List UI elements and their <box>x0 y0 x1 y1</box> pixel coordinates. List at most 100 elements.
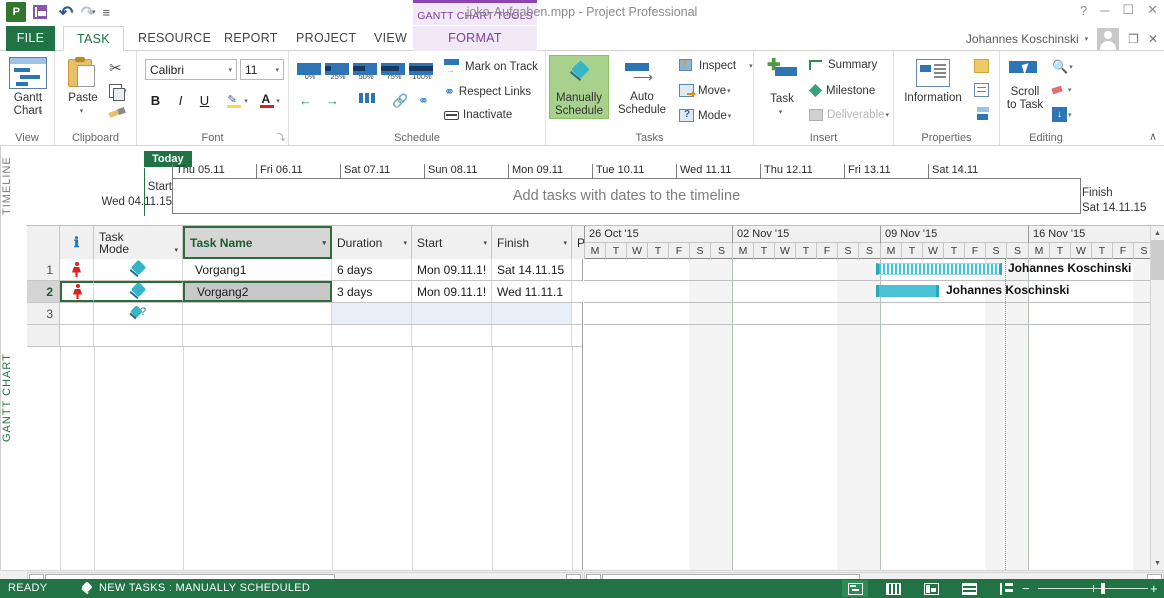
start-cell[interactable]: Mon 09.11.1! <box>412 259 492 280</box>
information-button[interactable]: Information <box>898 59 968 105</box>
font-family-select[interactable]: Calibri ▾ <box>145 59 237 80</box>
cut-button[interactable]: ✂ <box>109 59 122 77</box>
unlink-tasks-button[interactable]: ⚭ <box>418 93 429 109</box>
format-painter-button[interactable] <box>109 107 125 119</box>
respect-links-button[interactable]: ⚭ Respect Links <box>444 84 531 100</box>
mode-button[interactable]: ? Mode ▾ <box>679 109 731 122</box>
underline-button[interactable]: U <box>194 90 215 111</box>
milestone-button[interactable]: Milestone <box>808 83 875 98</box>
status-new-tasks[interactable]: NEW TASKS : MANUALLY SCHEDULED <box>80 579 310 598</box>
gantt-row[interactable]: Johannes Koschinski <box>584 281 1150 303</box>
finish-cell[interactable]: Sat 14.11.15 <box>492 259 572 280</box>
scroll-up-button[interactable]: ▲ <box>1151 226 1164 240</box>
view-team-planner-button[interactable] <box>918 580 944 597</box>
chevron-down-icon[interactable]: ▾ <box>563 239 567 247</box>
summary-button[interactable]: Summary <box>809 59 877 71</box>
font-dialog-launcher[interactable]: ⤵ <box>277 132 285 143</box>
finish-cell[interactable]: Wed 11.11.1 <box>492 281 572 302</box>
fill-down-button[interactable]: ↓ ▾ <box>1052 107 1072 122</box>
task-name-cell[interactable] <box>183 303 332 324</box>
gantt-bar[interactable] <box>876 285 939 297</box>
details-button[interactable] <box>974 83 989 97</box>
outdent-button[interactable]: ← <box>299 93 312 108</box>
column-header-task-mode[interactable]: Task Mode ▾ <box>94 226 183 259</box>
clear-button[interactable]: ▾ <box>1052 84 1072 95</box>
gantt-bar[interactable] <box>876 263 1002 275</box>
tab-view[interactable]: VIEW <box>361 26 420 51</box>
vertical-scrollbar[interactable]: ▲ ▼ <box>1150 226 1164 570</box>
split-task-button[interactable] <box>359 93 375 103</box>
bold-button[interactable]: B <box>145 90 166 111</box>
timeline-placeholder[interactable]: Add tasks with dates to the timeline <box>172 178 1081 214</box>
avatar[interactable] <box>1097 27 1120 50</box>
close-icon[interactable]: ✕ <box>1147 2 1158 18</box>
manually-schedule-button[interactable]: Manually Schedule <box>549 55 609 119</box>
chevron-down-icon[interactable]: ▾ <box>174 246 178 254</box>
gantt-row[interactable]: Johannes Koschinski <box>584 259 1150 281</box>
gantt-row[interactable] <box>584 303 1150 325</box>
auto-schedule-button[interactable]: ⟶ Auto Schedule <box>612 55 672 117</box>
chevron-down-icon[interactable]: ▾ <box>403 239 407 247</box>
inspect-button[interactable]: ? Inspect ▾ <box>679 59 753 73</box>
timeline-side-label[interactable]: TIMELINE <box>0 146 26 226</box>
task-mode-cell[interactable]: ? <box>94 303 183 324</box>
highlight-dropdown[interactable]: ▾ <box>241 90 251 111</box>
font-color-dropdown[interactable]: ▾ <box>273 90 283 111</box>
link-tasks-button[interactable]: 🔗 <box>392 93 408 109</box>
task-mode-cell[interactable] <box>94 281 183 302</box>
column-header-task-name[interactable]: Task Name ▾ <box>183 226 332 259</box>
percent-0-button[interactable]: 0% <box>297 59 323 81</box>
chevron-down-icon[interactable]: ▾ <box>322 239 326 247</box>
timeline-body[interactable]: Today Start Wed 04.11.15 Thu 05.11 Fri 0… <box>27 146 1164 226</box>
table-row[interactable]: 2 Vorgang2 3 days Mon 09.11.1! Wed 11.11… <box>27 281 612 303</box>
notes-button[interactable] <box>974 59 989 73</box>
table-row[interactable]: 1 Vorgang1 6 days Mon 09.11.1! Sat 14.11… <box>27 259 582 281</box>
paste-button[interactable]: Paste ▾ <box>61 57 105 118</box>
duration-cell[interactable] <box>332 303 412 324</box>
zoom-out-button[interactable]: − <box>1022 580 1030 597</box>
chevron-down-icon[interactable]: ▾ <box>1085 35 1089 43</box>
italic-button[interactable]: I <box>170 90 191 111</box>
gantt-body[interactable]: Johannes Koschinski Johannes Koschinski <box>584 259 1150 570</box>
copy-button[interactable]: ▾ <box>109 84 127 101</box>
insert-task-button[interactable]: ✚ Task ▾ <box>760 58 804 119</box>
account-name[interactable]: Johannes Koschinski <box>966 32 1079 46</box>
finish-cell[interactable] <box>492 303 572 324</box>
tab-report[interactable]: REPORT <box>211 26 291 51</box>
gantt-chart-area[interactable]: 26 Oct '15 02 Nov '15 09 Nov '15 16 Nov … <box>584 226 1150 570</box>
scroll-to-task-button[interactable]: Scroll to Task <box>1002 59 1048 112</box>
ribbon-display-options-icon[interactable]: ❐ <box>1128 32 1139 46</box>
tab-format[interactable]: FORMAT <box>413 26 537 51</box>
tab-project[interactable]: PROJECT <box>283 26 369 51</box>
duration-cell[interactable]: 6 days <box>332 259 412 280</box>
tab-task[interactable]: TASK <box>63 26 124 51</box>
column-header-info[interactable]: ℹ <box>60 226 94 259</box>
view-task-usage-button[interactable] <box>880 580 906 597</box>
inactivate-button[interactable]: Inactivate <box>444 109 512 121</box>
gantt-chart-side-label[interactable]: GANTT CHART <box>0 226 26 570</box>
indent-button[interactable]: → <box>326 93 339 108</box>
indicator-cell[interactable] <box>60 281 94 302</box>
view-report-button[interactable] <box>994 580 1020 597</box>
start-cell[interactable]: Mon 09.11.1! <box>412 281 492 302</box>
percent-100-button[interactable]: 100% <box>409 59 435 81</box>
duration-cell[interactable]: 3 days <box>332 281 412 302</box>
column-header-duration[interactable]: Duration ▾ <box>332 226 412 259</box>
zoom-slider-handle[interactable] <box>1101 583 1105 594</box>
font-size-select[interactable]: 11 ▾ <box>240 59 284 80</box>
column-header-start[interactable]: Start ▾ <box>412 226 492 259</box>
collapse-ribbon-button[interactable]: ∧ <box>1149 130 1157 143</box>
task-name-cell[interactable]: Vorgang1 <box>183 259 332 280</box>
find-button[interactable]: 🔍 ▾ <box>1052 59 1073 75</box>
column-header-finish[interactable]: Finish ▾ <box>492 226 572 259</box>
table-empty-area[interactable] <box>27 347 582 570</box>
zoom-in-button[interactable]: + <box>1150 580 1158 597</box>
percent-75-button[interactable]: 75% <box>381 59 407 81</box>
view-gantt-chart-button[interactable] <box>842 580 868 597</box>
indicator-cell[interactable] <box>60 303 94 324</box>
table-row[interactable]: 3 ? <box>27 303 582 325</box>
indicator-cell[interactable] <box>60 259 94 280</box>
gantt-chart-button[interactable]: Gantt Chart▾ <box>5 57 51 119</box>
task-name-cell[interactable]: Vorgang2 <box>183 281 332 302</box>
restore-icon[interactable]: ☐ <box>1122 2 1134 18</box>
